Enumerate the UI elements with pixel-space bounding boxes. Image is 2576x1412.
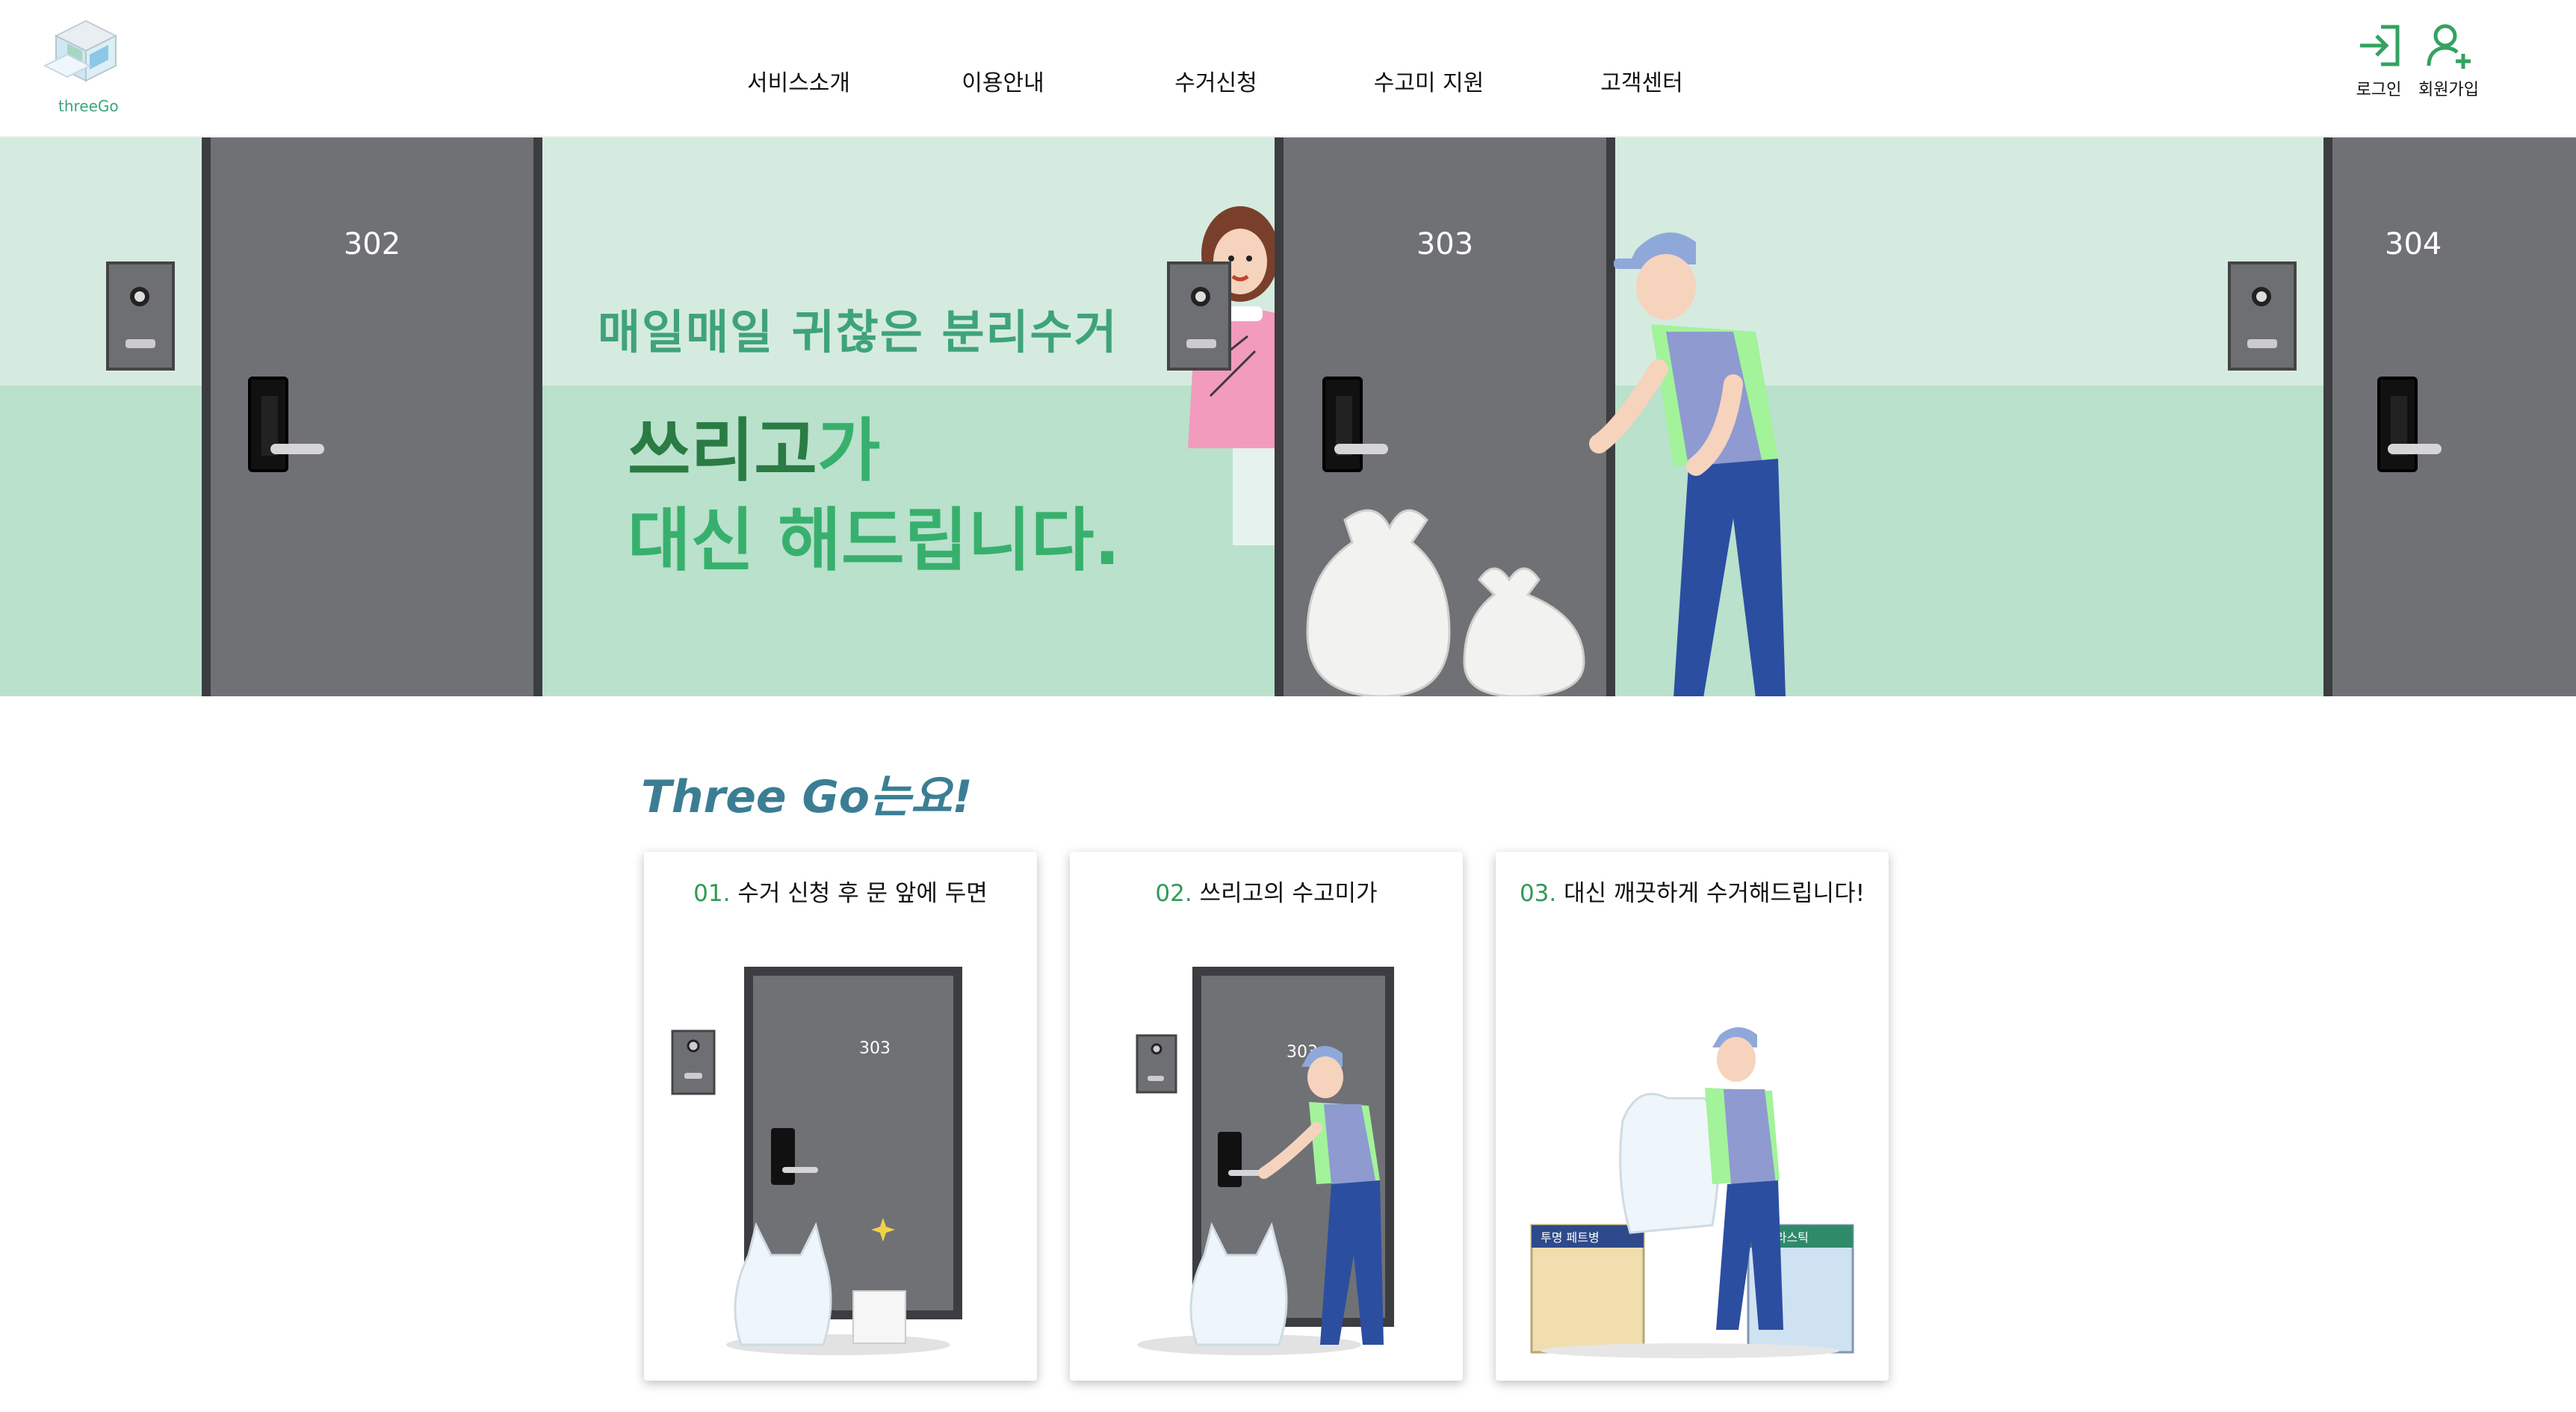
logo-text: threeGo [58,97,119,115]
intercom [1167,261,1231,371]
step-3-illustration: 투명 페트병 플라스틱 [1530,1027,1854,1358]
auth-links: 로그인 회원가입 [2353,19,2479,100]
hero-title: 쓰리고가 대신 해드립니다. [628,406,1120,586]
worker-illustration [1589,232,1786,696]
door-handle [270,444,324,454]
door-number: 302 [343,227,401,261]
hero-banner: 302 매일매일 귀찮은 분리수거 쓰리고가 대신 해드립니다. 303 304 [0,137,2576,696]
logo[interactable]: threeGo [37,13,142,115]
woman-illustration [1188,206,1279,545]
nav-item-pickup-request[interactable]: 수거신청 [1109,64,1322,97]
step-1-illustration: 303 [671,967,962,1355]
site-header: threeGo 서비스소개 이용안내 수거신청 수고미 지원 고객센터 로그인 [0,0,2576,137]
step-card-heading: 01. 수거 신청 후 문 앞에 두면 [644,874,1037,908]
main-nav: 서비스소개 이용안내 수거신청 수고미 지원 고객센터 [747,64,1748,97]
step-2-illustration: 303 [1136,967,1394,1355]
bin-label-left: 투명 페트병 [1541,1230,1600,1245]
logo-icon [43,19,118,82]
door-number: 304 [2385,227,2442,261]
intercom [2228,261,2297,371]
step-number: 01. [693,880,731,907]
step-text: 대신 깨끗하게 수거해드립니다! [1564,880,1866,907]
login-button[interactable]: 로그인 [2353,19,2405,100]
step-text: 수거 신청 후 문 앞에 두면 [737,880,988,907]
door-number: 303 [859,1039,891,1058]
step-number: 03. [1519,880,1557,907]
section-title: Three Go는요! [641,771,973,823]
nav-item-sugomi-apply[interactable]: 수고미 지원 [1322,64,1535,97]
garbage-bags [1306,509,1585,696]
step-card-2: 02. 쓰리고의 수고미가 303 [1070,852,1463,1381]
add-user-icon [2427,24,2471,69]
step-card-heading: 03. 대신 깨끗하게 수거해드립니다! [1496,874,1889,908]
nav-item-service[interactable]: 서비스소개 [747,64,897,97]
door-handle [1334,444,1388,454]
login-label: 로그인 [2356,81,2402,99]
nav-item-guide[interactable]: 이용안내 [897,64,1109,97]
intercom [106,261,175,371]
signup-label: 회원가입 [2418,81,2479,99]
door-lock [2377,377,2418,472]
step-card-heading: 02. 쓰리고의 수고미가 [1070,874,1463,908]
step-number: 02. [1155,880,1192,907]
door-handle [2388,444,2442,454]
hero-title-rest: 가 [817,411,881,491]
login-icon [2360,25,2400,66]
hero-subtitle: 매일매일 귀찮은 분리수거 [598,305,1118,359]
door-number: 303 [1416,227,1474,261]
step-card-3: 03. 대신 깨끗하게 수거해드립니다! 투명 페트병 플라스틱 [1496,852,1889,1381]
door-302: 302 [202,137,542,696]
step-text: 쓰리고의 수고미가 [1199,880,1378,907]
door-lock [1322,377,1363,472]
hero-title-line2: 대신 해드립니다. [628,501,1121,580]
hero-title-brand: 쓰리고 [628,411,817,491]
step-card-1: 01. 수거 신청 후 문 앞에 두면 303 [644,852,1037,1381]
page: threeGo 서비스소개 이용안내 수거신청 수고미 지원 고객센터 로그인 [0,0,2576,1412]
signup-button[interactable]: 회원가입 [2418,19,2479,100]
door-304: 304 [2323,137,2576,696]
door-lock [248,377,288,472]
nav-item-customer-center[interactable]: 고객센터 [1535,64,1748,97]
